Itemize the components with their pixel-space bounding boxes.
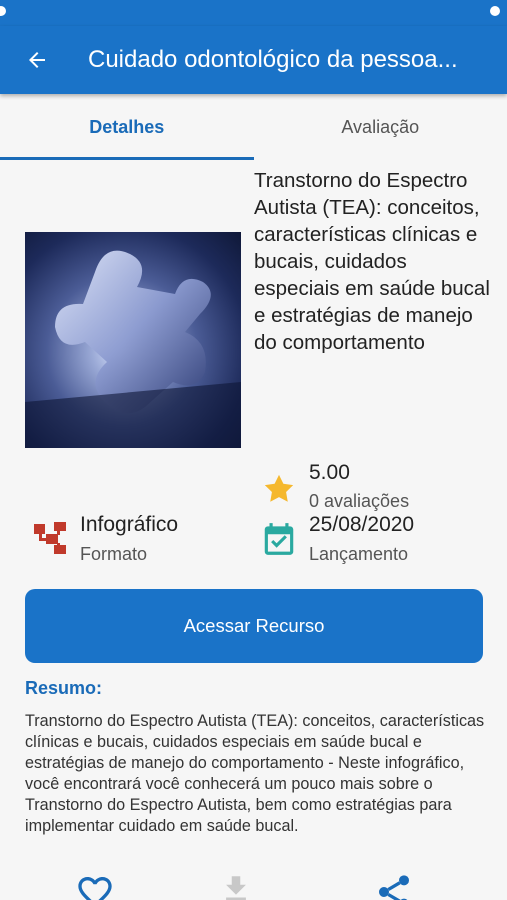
page-title: Cuidado odontológico da pessoa... xyxy=(88,46,458,73)
heart-icon[interactable] xyxy=(73,872,117,900)
resource-thumbnail xyxy=(25,232,241,448)
format-value: Infográfico xyxy=(80,513,179,536)
release-date-value: 25/08/2020 xyxy=(309,513,415,536)
app-bar: Cuidado odontológico da pessoa... xyxy=(0,26,507,94)
status-dot-right xyxy=(490,6,500,16)
back-button[interactable] xyxy=(12,35,62,85)
sitemap-icon xyxy=(34,522,66,554)
download-icon[interactable] xyxy=(219,872,253,900)
summary-heading: Resumo: xyxy=(25,678,103,698)
status-dot-left xyxy=(0,6,6,16)
resource-title: Transtorno do Espectro Autista (TEA): co… xyxy=(254,169,490,354)
access-resource-button[interactable]: Acessar Recurso xyxy=(25,589,483,663)
tab-avaliacao[interactable]: Avaliação xyxy=(254,94,507,160)
release-date-label: Lançamento xyxy=(309,544,409,564)
format-label: Formato xyxy=(80,544,148,564)
star-icon xyxy=(264,474,294,502)
status-bar xyxy=(0,0,507,26)
calendar-check-icon xyxy=(264,523,294,555)
rating-count: 0 avaliações xyxy=(309,491,410,511)
tab-bar: Detalhes Avaliação xyxy=(0,94,507,160)
puzzle-image xyxy=(25,250,241,448)
action-icons-bar xyxy=(0,872,507,900)
share-icon[interactable] xyxy=(372,872,416,900)
summary-text: Transtorno do Espectro Autista (TEA): co… xyxy=(25,712,485,835)
arrow-back-icon xyxy=(29,52,45,68)
tab-detalhes[interactable]: Detalhes xyxy=(0,94,254,160)
rating-value: 5.00 xyxy=(309,461,350,484)
